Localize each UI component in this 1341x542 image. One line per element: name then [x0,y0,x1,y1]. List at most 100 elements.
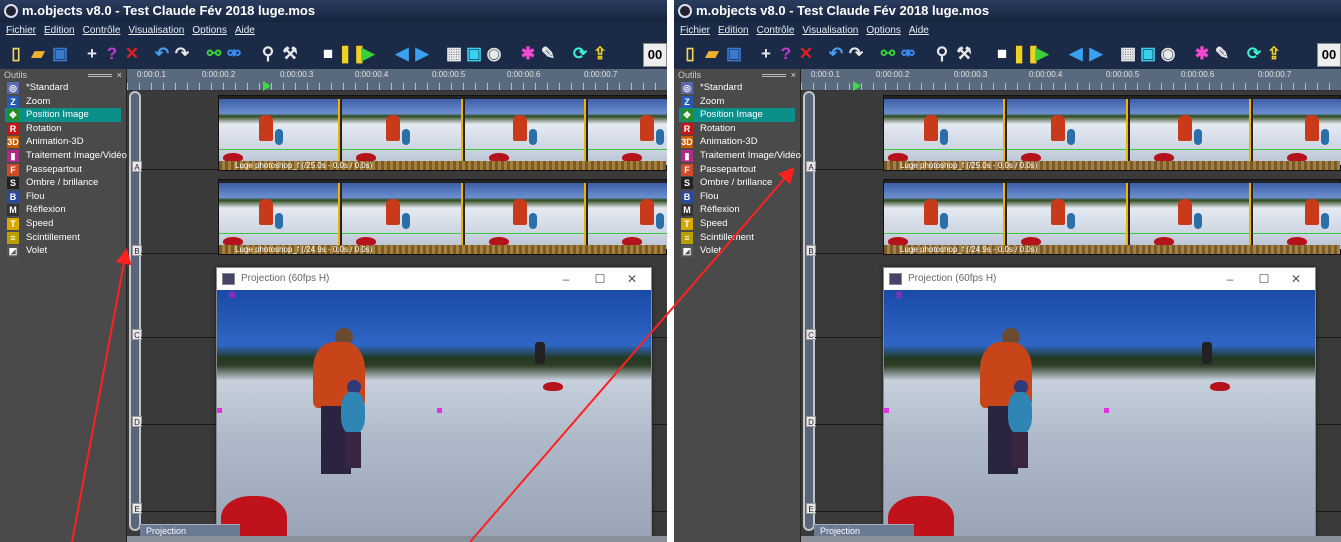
help-icon[interactable]: ? [102,44,122,64]
projection-titlebar[interactable]: Projection (60fps H) – ☐ ✕ [884,268,1315,290]
undo-icon[interactable]: ↶ [152,44,172,64]
center-marker-icon[interactable] [1104,408,1109,413]
track-label-e[interactable]: E [806,503,816,514]
menu-item-visualisation[interactable]: Visualisation [128,25,184,36]
video-clip[interactable]: Luge photoshop_f (/25.0s - 0.0s / 0.0s) [218,95,667,171]
play-icon[interactable]: ▶ [358,44,378,64]
tool-item-standard[interactable]: ◎ *Standard [0,81,126,95]
time-counter[interactable]: 00 [643,43,667,67]
track-label-a[interactable]: A [132,161,142,172]
track-label-c[interactable]: C [132,329,142,340]
tool-item-animation-3d[interactable]: 3D Animation-3D [0,135,126,149]
motion-icon[interactable]: ⟳ [570,44,590,64]
unlink-icon[interactable]: ⚮ [224,44,244,64]
projection-titlebar[interactable]: Projection (60fps H) – ☐ ✕ [217,268,651,290]
video-clip[interactable]: Luge photoshop_f (/24.9s - 0.0s / 0.0s) [218,179,667,255]
close-icon[interactable]: ✕ [617,268,647,290]
link-icon[interactable]: ⚯ [204,44,224,64]
monitor-icon[interactable]: ▣ [464,44,484,64]
disc-icon[interactable]: ◉ [1158,44,1178,64]
rewind-icon[interactable]: ◀ [1066,44,1086,64]
menu-item-options[interactable]: Options [866,25,900,36]
projection-window[interactable]: Projection (60fps H) – ☐ ✕ B [883,267,1316,542]
grid-icon[interactable]: ▦ [444,44,464,64]
play-icon[interactable]: ▶ [1032,44,1052,64]
center-marker-icon[interactable] [437,408,442,413]
rewind-icon[interactable]: ◀ [392,44,412,64]
tool-item-shadow[interactable]: S Ombre / brillance [674,176,800,190]
pause-icon[interactable]: ❚❚ [338,44,367,64]
tool-item-sparkle[interactable]: ≡ Scintillement [674,231,800,245]
tool-item-position-image[interactable]: ✥ Position Image [5,108,121,122]
tool-item-position-image[interactable]: ✥ Position Image [679,108,795,122]
panel-close-icon[interactable]: × [791,69,796,81]
edge-marker-icon[interactable] [884,408,889,413]
menu-item-contrôle[interactable]: Contrôle [83,25,121,36]
playhead-marker-icon[interactable] [263,81,271,91]
menu-item-aide[interactable]: Aide [909,25,929,36]
horizontal-scrollbar[interactable] [801,536,1341,542]
video-clip[interactable]: Luge photoshop_f (/25.0s - 0.0s / 0.0s) [883,95,1341,171]
maximize-icon[interactable]: ☐ [1249,268,1279,290]
menu-item-options[interactable]: Options [192,25,226,36]
monitor-icon[interactable]: ▣ [1138,44,1158,64]
projection-tab[interactable]: Projection [140,524,240,536]
forward-icon[interactable]: ▶ [1086,44,1106,64]
open-folder-icon[interactable]: ▰ [702,44,722,64]
tool-item-speed[interactable]: T Speed [674,217,800,231]
panel-grip-icon[interactable] [88,74,112,77]
tools-icon[interactable]: ⚒ [280,44,300,64]
stop-icon[interactable]: ■ [318,44,338,64]
save-icon[interactable]: ▣ [50,44,70,64]
video-clip[interactable]: Luge photoshop_f (/24.9s - 0.0s / 0.0s) [883,179,1341,255]
magnet-icon[interactable]: ⚲ [932,44,952,64]
panel-grip-icon[interactable] [762,74,786,77]
clip-info-bar[interactable]: Luge photoshop_f (/24.9s - 0.0s / 0.0s) [219,245,666,254]
export-icon[interactable]: ⇪ [590,44,610,64]
menu-item-edition[interactable]: Edition [44,25,75,36]
forward-icon[interactable]: ▶ [412,44,432,64]
projection-window[interactable]: Projection (60fps H) – ☐ ✕ B [216,267,652,542]
tool-item-passepartout[interactable]: F Passepartout [674,163,800,177]
track-label-e[interactable]: E [132,503,142,514]
window-titlebar[interactable]: m.objects v8.0 - Test Claude Fév 2018 lu… [674,0,1341,22]
redo-icon[interactable]: ↷ [846,44,866,64]
tool-item-speed[interactable]: T Speed [0,217,126,231]
tool-item-wipe[interactable]: ◩ Volet [674,244,800,258]
menu-item-fichier[interactable]: Fichier [6,25,36,36]
menu-item-aide[interactable]: Aide [235,25,255,36]
menu-item-fichier[interactable]: Fichier [680,25,710,36]
tool-item-passepartout[interactable]: F Passepartout [0,163,126,177]
minimize-icon[interactable]: – [551,268,581,290]
tool-item-rotation[interactable]: R Rotation [0,122,126,136]
tool-item-sparkle[interactable]: ≡ Scintillement [0,231,126,245]
track-label-c[interactable]: C [806,329,816,340]
add-icon[interactable]: + [756,44,776,64]
time-counter[interactable]: 00 [1317,43,1341,67]
tool-item-reflection[interactable]: M Réflexion [674,203,800,217]
help-icon[interactable]: ? [776,44,796,64]
tool-item-image-video[interactable]: ▮ Traitement Image/Vidéo [0,149,127,163]
redo-icon[interactable]: ↷ [172,44,192,64]
pause-icon[interactable]: ❚❚ [1012,44,1041,64]
projection-tab[interactable]: Projection [814,524,914,536]
paint-icon[interactable]: ✎ [1212,44,1232,64]
menu-item-visualisation[interactable]: Visualisation [802,25,858,36]
tool-item-standard[interactable]: ◎ *Standard [674,81,800,95]
track-label-d[interactable]: D [806,416,816,427]
tool-item-zoom[interactable]: Z Zoom [0,95,126,109]
clip-info-bar[interactable]: Luge photoshop_f (/25.0s - 0.0s / 0.0s) [884,161,1340,170]
maximize-icon[interactable]: ☐ [585,268,615,290]
tool-item-reflection[interactable]: M Réflexion [0,203,126,217]
window-titlebar[interactable]: m.objects v8.0 - Test Claude Fév 2018 lu… [0,0,667,22]
minimize-icon[interactable]: – [1215,268,1245,290]
panel-close-icon[interactable]: × [117,69,122,81]
clip-info-bar[interactable]: Luge photoshop_f (/25.0s - 0.0s / 0.0s) [219,161,666,170]
playhead-marker-icon[interactable] [853,81,861,91]
delete-icon[interactable]: ✕ [796,44,816,64]
link-icon[interactable]: ⚯ [878,44,898,64]
delete-icon[interactable]: ✕ [122,44,142,64]
track-label-a[interactable]: A [806,161,816,172]
track-label-b[interactable]: B [806,245,816,256]
export-icon[interactable]: ⇪ [1264,44,1284,64]
